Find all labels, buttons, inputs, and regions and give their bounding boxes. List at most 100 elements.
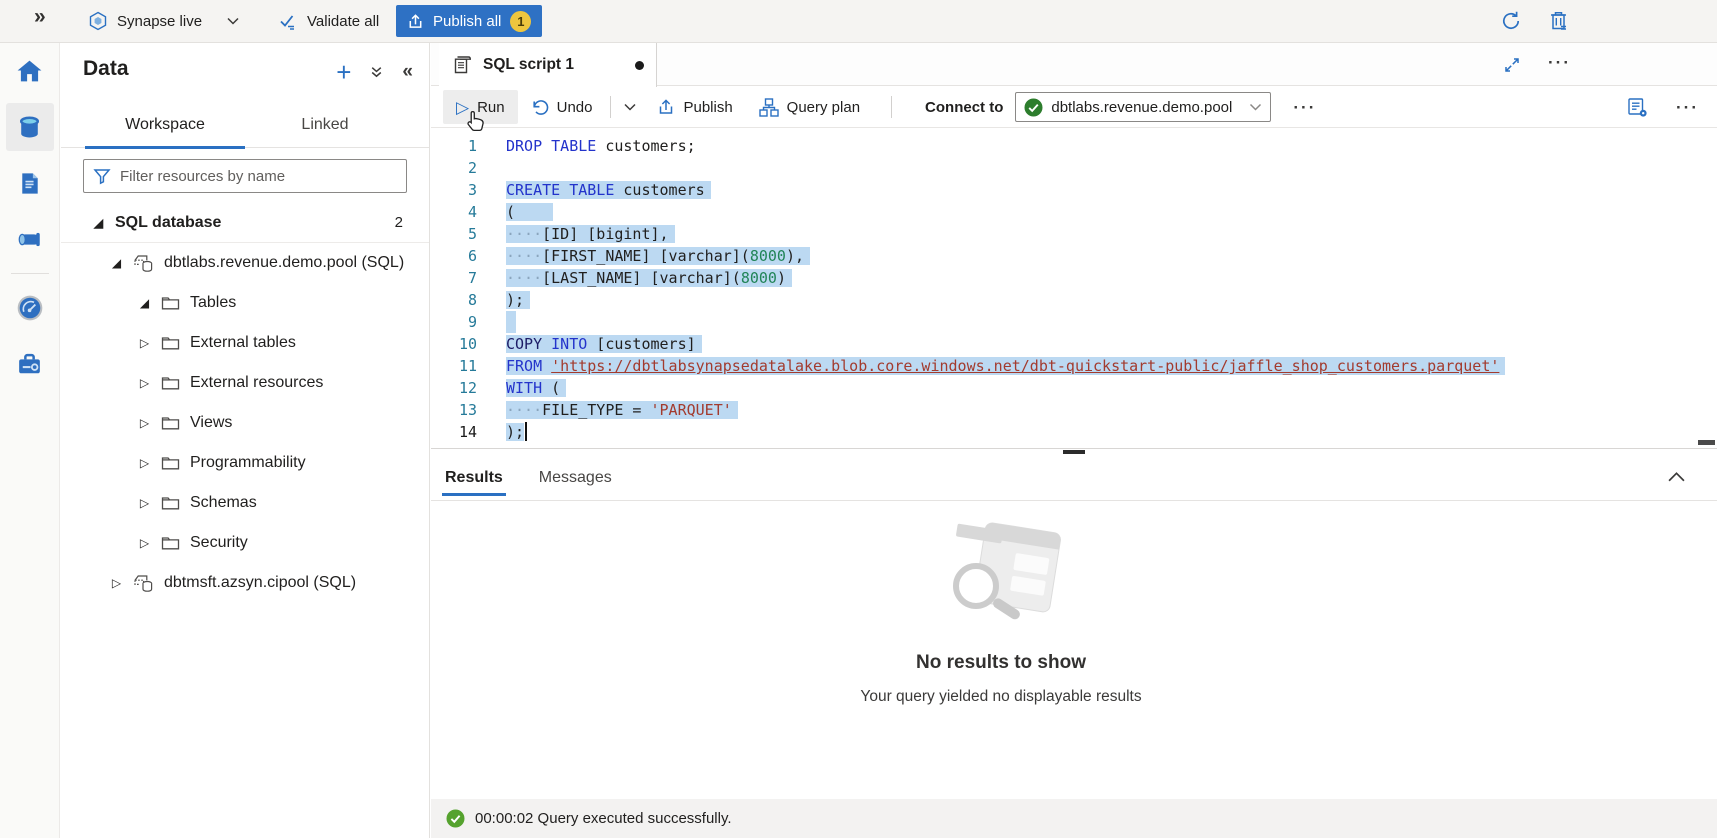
connected-check-icon — [1024, 98, 1043, 117]
hub-monitor[interactable] — [6, 284, 54, 332]
collapse-arrow-icon[interactable]: ◢ — [91, 216, 106, 230]
tab-results[interactable]: Results — [445, 455, 503, 501]
code-line-13[interactable]: ····FILE_TYPE = 'PARQUET' — [506, 399, 1717, 421]
expand-arrow-icon[interactable]: ▷ — [137, 496, 152, 510]
sql-pool-icon — [133, 574, 154, 593]
tree-item-label: Views — [190, 414, 232, 432]
undo-dropdown-button[interactable] — [616, 90, 644, 124]
expand-arrow-icon[interactable]: ▷ — [109, 576, 124, 590]
code-line-12[interactable]: WITH ( — [506, 377, 1717, 399]
code-line-14[interactable]: ); — [506, 421, 1717, 443]
sql-pool-icon — [133, 254, 154, 273]
hub-manage[interactable] — [6, 340, 54, 388]
tree-item-dbtlabs-revenue-demo-pool-sql[interactable]: ◢dbtlabs.revenue.demo.pool (SQL) — [61, 243, 429, 283]
collapse-arrow-icon[interactable]: ◢ — [109, 256, 124, 270]
tree-item-programmability[interactable]: ▷Programmability — [61, 443, 429, 483]
code-line-6[interactable]: ····[FIRST_NAME] [varchar](8000), — [506, 245, 1717, 267]
line-number: 6 — [431, 245, 477, 267]
hub-integrate[interactable] — [6, 215, 54, 263]
tree-item-label: Schemas — [190, 494, 257, 512]
undo-button[interactable]: Undo — [518, 90, 606, 124]
code-line-8[interactable]: ); — [506, 289, 1717, 311]
expand-editor-icon[interactable] — [1503, 56, 1521, 74]
tab-sql-script-1[interactable]: SQL script 1 — [439, 43, 657, 87]
expand-arrow-icon[interactable]: ▷ — [137, 536, 152, 550]
folder-icon — [161, 335, 180, 351]
results-splitter[interactable] — [431, 448, 1717, 455]
tab-workspace[interactable]: Workspace — [85, 103, 245, 147]
hub-data[interactable] — [6, 103, 54, 151]
validate-all-button[interactable]: Validate all — [278, 0, 379, 42]
synapse-live-selector[interactable]: Synapse live — [88, 0, 239, 42]
collapse-results-icon[interactable] — [1668, 471, 1685, 482]
code-line-10[interactable]: COPY INTO [customers] — [506, 333, 1717, 355]
tree-item-external-resources[interactable]: ▷ External resources — [61, 363, 429, 403]
tab-linked[interactable]: Linked — [245, 103, 405, 147]
run-button[interactable]: ▷ Run — [443, 90, 518, 124]
tree-item-label: Tables — [190, 294, 236, 312]
query-plan-button[interactable]: Query plan — [746, 90, 873, 124]
code-token: ); — [506, 423, 524, 441]
expand-rail-button[interactable]: » — [34, 5, 46, 29]
dropdown-chevron-icon — [1249, 103, 1262, 111]
code-token: INTO — [551, 335, 587, 353]
code-line-5[interactable]: ····[ID] [bigint], — [506, 223, 1717, 245]
tree-item-tables[interactable]: ◢ Tables — [61, 283, 429, 323]
code-line-4[interactable]: ( — [506, 201, 1717, 223]
tree-item-label: External resources — [190, 374, 323, 392]
hub-develop[interactable] — [6, 159, 54, 207]
code-token: ···· — [506, 247, 542, 265]
line-number: 8 — [431, 289, 477, 311]
sql-code-editor[interactable]: 1234567891011121314 DROP TABLE customers… — [431, 128, 1717, 448]
code-line-1[interactable]: DROP TABLE customers; — [506, 135, 1717, 157]
editor-more-actions[interactable]: ··· — [1676, 99, 1699, 116]
selection-highlight: ····[FIRST_NAME] [varchar](8000), — [506, 247, 810, 265]
add-resource-button[interactable]: + — [336, 63, 351, 81]
editor-toolbar: ▷ Run Undo Publish Query plan Connect to — [431, 87, 1717, 128]
document-icon — [16, 170, 43, 197]
double-chevron-down-icon[interactable] — [369, 65, 384, 80]
splitter-handle-icon[interactable] — [1063, 450, 1085, 454]
tree-item-schemas[interactable]: ▷ Schemas — [61, 483, 429, 523]
filter-input[interactable] — [120, 168, 397, 185]
discard-trash-icon[interactable] — [1548, 10, 1569, 32]
tree-item-sql-database[interactable]: ◢SQL database2 — [61, 203, 429, 243]
hub-home[interactable] — [6, 47, 54, 95]
code-line-3[interactable]: CREATE TABLE customers — [506, 179, 1717, 201]
code-line-11[interactable]: FROM 'https://dbtlabsynapsedatalake.blob… — [506, 355, 1717, 377]
expand-arrow-icon[interactable]: ▷ — [137, 376, 152, 390]
expand-arrow-icon[interactable]: ▷ — [137, 336, 152, 350]
expand-arrow-icon[interactable]: ▷ — [137, 456, 152, 470]
connect-pool-dropdown[interactable]: dbtlabs.revenue.demo.pool — [1015, 92, 1271, 122]
tree-item-external-tables[interactable]: ▷External tables — [61, 323, 429, 363]
selection-highlight: ····[LAST_NAME] [varchar](8000) — [506, 269, 792, 287]
chevron-down-icon — [227, 17, 239, 25]
tab-messages[interactable]: Messages — [539, 455, 612, 501]
collapse-panel-icon[interactable]: « — [402, 65, 413, 79]
publish-button[interactable]: Publish — [644, 90, 745, 124]
tab-linked-label: Linked — [301, 116, 348, 134]
refresh-icon[interactable] — [1500, 10, 1522, 32]
publish-all-label: Publish all — [433, 13, 501, 30]
code-line-7[interactable]: ····[LAST_NAME] [varchar](8000) — [506, 267, 1717, 289]
synapse-hexagon-icon — [88, 11, 108, 31]
editor-scrollbar[interactable] — [1698, 440, 1715, 445]
properties-icon[interactable] — [1627, 97, 1648, 118]
tree-item-views[interactable]: ▷ Views — [61, 403, 429, 443]
expand-arrow-icon[interactable]: ▷ — [137, 416, 152, 430]
code-line-2[interactable] — [506, 157, 1717, 179]
query-plan-label: Query plan — [787, 99, 860, 116]
line-number: 3 — [431, 179, 477, 201]
panel-title: Data — [83, 57, 129, 81]
editor-panel: SQL script 1 ··· ▷ Run Undo Publish — [431, 43, 1717, 838]
tree-item-security[interactable]: ▷Security — [61, 523, 429, 563]
code-token — [542, 335, 551, 353]
tab-more-actions[interactable]: ··· — [1548, 54, 1571, 71]
collapse-arrow-icon[interactable]: ◢ — [137, 296, 152, 310]
folder-icon — [161, 495, 180, 511]
publish-all-button[interactable]: Publish all 1 — [396, 5, 542, 37]
tree-item-dbtmsft-azsyn-cipool-sql[interactable]: ▷dbtmsft.azsyn.cipool (SQL) — [61, 563, 429, 603]
code-line-9[interactable] — [506, 311, 1717, 333]
code-content[interactable]: DROP TABLE customers; CREATE TABLE custom… — [506, 135, 1717, 443]
toolbar-more-actions[interactable]: ··· — [1293, 99, 1316, 116]
